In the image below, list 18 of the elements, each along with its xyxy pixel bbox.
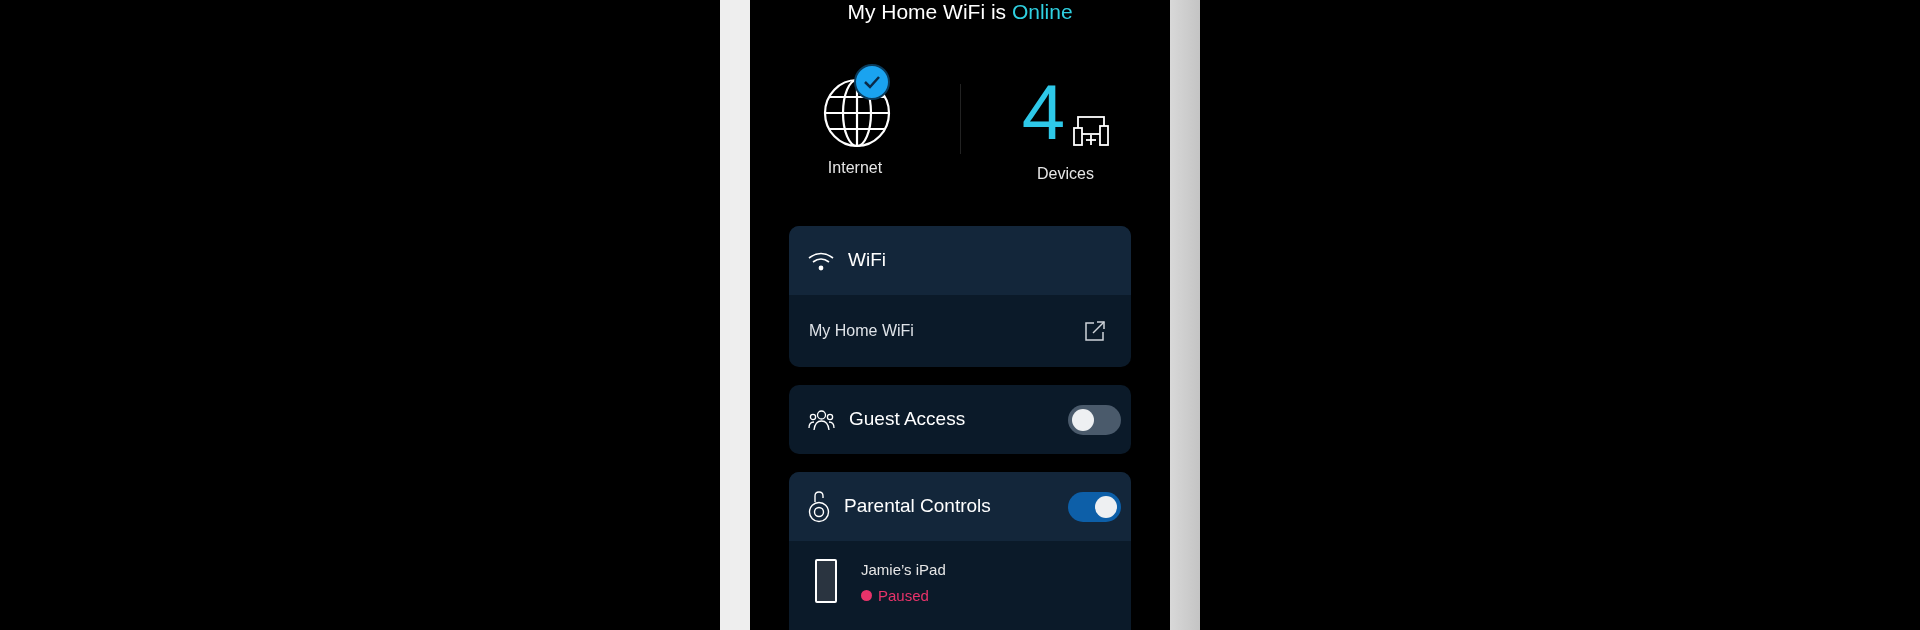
internet-label: Internet [827,158,883,178]
toggle-switch[interactable] [1068,404,1121,435]
device-name: Jamie’s iPad [861,560,946,580]
wifi-title: WiFi [848,248,886,273]
people-icon [808,408,835,431]
parental-controls-label: Parental Controls [844,494,991,519]
device-count: 4 [1021,78,1066,146]
guest-access-label: Guest Access [849,407,966,432]
wifi-icon [808,250,834,271]
devices-label: Devices [1037,164,1094,184]
toggle-switch[interactable] [1068,491,1121,522]
devices-icon [1073,116,1110,146]
network-name: My Home WiFi [809,321,914,341]
tablet-icon [815,559,837,603]
external-link-icon[interactable] [1085,321,1105,341]
network-status-title: My Home WiFi is Online [847,0,1073,24]
lock-icon [808,490,830,523]
device-status: Paused [878,585,929,606]
